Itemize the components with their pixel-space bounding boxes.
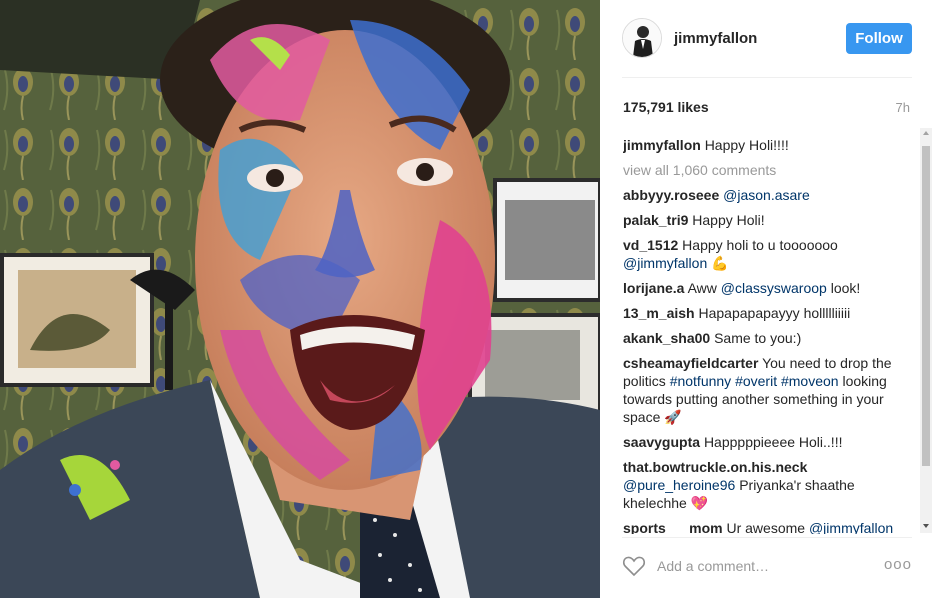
heart-icon[interactable] — [622, 555, 646, 577]
comment-username[interactable]: that.bowtruckle.on.his.neck — [623, 459, 807, 475]
scrollbar-thumb[interactable] — [922, 146, 930, 466]
comment-mention[interactable]: @jimmyfallon — [809, 520, 893, 534]
comment-text: Ur awesome — [726, 520, 806, 534]
username[interactable]: jimmyfallon — [674, 30, 757, 47]
comment-text: look! — [830, 280, 861, 296]
comment-mention[interactable]: @jason.asare — [723, 187, 810, 203]
post-time[interactable]: 7h — [896, 100, 910, 115]
comments-scrollbar[interactable] — [920, 128, 932, 533]
add-comment-input[interactable]: Add a comment… — [657, 558, 769, 574]
comment-text: Same to you:) — [714, 330, 802, 346]
comment-username[interactable]: abbyyy.roseee — [623, 187, 719, 203]
avatar[interactable] — [622, 18, 662, 58]
comment-mention[interactable]: @pure_heroine96 — [623, 477, 735, 493]
follow-button[interactable]: Follow — [846, 23, 912, 54]
comment-text: Aww — [687, 280, 717, 296]
post-detail-panel: jimmyfallon Follow 175,791 likes 7h jimm… — [600, 0, 932, 598]
flexed-biceps-emoji-icon: 💪 — [711, 255, 729, 271]
sparkling-heart-emoji-icon: 💖 — [690, 495, 709, 511]
comment-text: Hapapapapayyy hollllliiiii — [698, 305, 851, 321]
comment-username[interactable]: sports___mom — [623, 520, 723, 534]
comment-text: Happy Holi! — [692, 212, 765, 228]
comment-item: saavygupta Happpppieeee Holi..!!! — [623, 433, 903, 451]
comment-text: Happy holi to u tooooooo — [682, 237, 838, 253]
comment-item: csheamayfieldcarter You need to drop the… — [623, 354, 903, 426]
header-divider — [622, 77, 912, 78]
comment-item: 13_m_aish Hapapapapayyy hollllliiiii — [623, 304, 903, 322]
scroll-down-arrow-icon[interactable] — [923, 524, 929, 528]
comment-username[interactable]: vd_1512 — [623, 237, 678, 253]
comment-username[interactable]: saavygupta — [623, 434, 700, 450]
comment-mention[interactable]: @jimmyfallon — [623, 255, 707, 271]
comment-item: vd_1512 Happy holi to u tooooooo @jimmyf… — [623, 236, 903, 272]
comment-item: akank_sha00 Same to you:) — [623, 329, 903, 347]
comment-hashtags[interactable]: #notfunny #overit #moveon — [670, 373, 839, 389]
more-options-icon[interactable]: ooo — [884, 556, 912, 573]
rocket-emoji-icon: 🚀 — [664, 409, 682, 425]
likes-count[interactable]: 175,791 likes — [623, 99, 709, 115]
comment-text: Happpppieeee Holi..!!! — [703, 434, 843, 450]
view-all-comments-link[interactable]: view all 1,060 comments — [623, 161, 903, 179]
comments-list: jimmyfallon Happy Holi!!!! view all 1,06… — [623, 136, 903, 534]
comment-mention[interactable]: @classyswaroop — [721, 280, 827, 296]
comment-username[interactable]: csheamayfieldcarter — [623, 355, 758, 371]
scroll-up-arrow-icon[interactable] — [923, 131, 929, 135]
photo-illustration — [0, 0, 600, 598]
comment-item: lorijane.a Aww @classyswaroop look! — [623, 279, 903, 297]
comment-text: Happy Holi!!!! — [704, 137, 789, 153]
comment-item: sports___mom Ur awesome @jimmyfallon — [623, 519, 903, 534]
caption: jimmyfallon Happy Holi!!!! — [623, 136, 903, 154]
footer-divider — [622, 537, 912, 538]
comment-item: that.bowtruckle.on.his.neck @pure_heroin… — [623, 458, 903, 512]
comment-bar: Add a comment… ooo — [622, 551, 912, 581]
comment-item: abbyyy.roseee @jason.asare — [623, 186, 903, 204]
comment-username[interactable]: akank_sha00 — [623, 330, 710, 346]
comment-username[interactable]: lorijane.a — [623, 280, 684, 296]
comment-username[interactable]: 13_m_aish — [623, 305, 695, 321]
comment-username[interactable]: palak_tri9 — [623, 212, 688, 228]
avatar-image — [623, 19, 661, 57]
comment-item: palak_tri9 Happy Holi! — [623, 211, 903, 229]
comment-username[interactable]: jimmyfallon — [623, 137, 701, 153]
post-photo[interactable] — [0, 0, 600, 598]
post-header: jimmyfallon Follow — [622, 18, 912, 62]
